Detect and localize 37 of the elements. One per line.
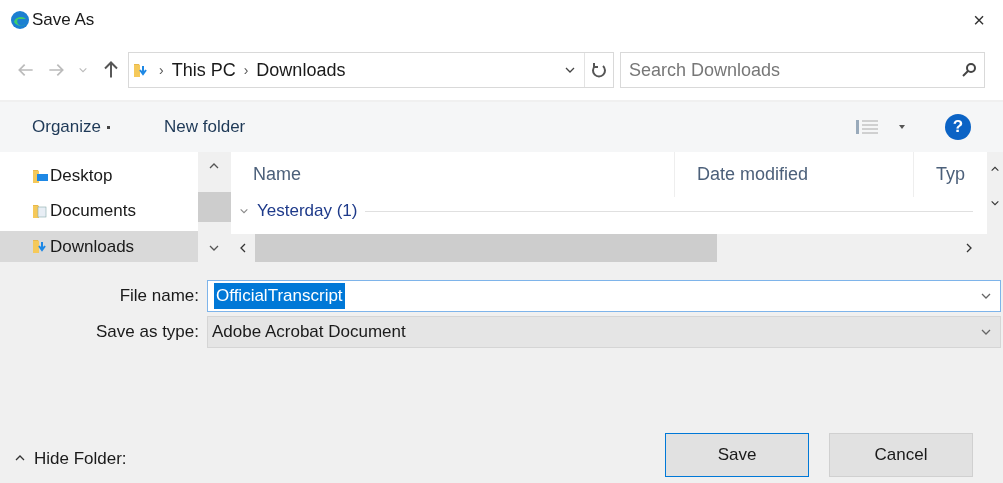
column-header[interactable]: Date modified — [674, 152, 914, 197]
dialog-button[interactable]: Cancel — [829, 433, 973, 477]
hide-folder-button[interactable]: Hide Folder: — [14, 445, 127, 471]
dropdown-icon[interactable] — [899, 125, 905, 129]
dialog-button[interactable]: Save — [665, 433, 809, 477]
close-button[interactable]: × — [965, 5, 993, 35]
new-folder-button[interactable]: New folder — [164, 114, 246, 140]
scroll-up-icon[interactable] — [990, 164, 1000, 174]
window-title: Save As — [32, 9, 95, 32]
breadcrumb-item[interactable]: This PC — [171, 56, 236, 84]
search-icon — [961, 62, 977, 78]
save-type-label: Save as type: — [95, 321, 200, 344]
browser-logo-icon — [10, 10, 30, 30]
file-name-field[interactable]: OfficialTranscript — [207, 280, 1001, 312]
breadcrumb-separator: › — [159, 60, 164, 80]
refresh-icon[interactable] — [591, 62, 607, 78]
collapse-icon[interactable] — [239, 206, 249, 216]
scrollbar[interactable] — [231, 234, 1003, 262]
up-icon[interactable] — [102, 61, 120, 79]
sidebar-item[interactable]: Documents — [0, 195, 198, 227]
file-name-label: File name: — [118, 285, 200, 308]
folder-icon — [32, 202, 50, 220]
organize-button[interactable]: Organize — [32, 114, 110, 140]
save-type-dropdown[interactable]: Adobe Acrobat Document — [207, 316, 1001, 348]
scrollbar[interactable] — [987, 152, 1003, 234]
sidebar-item[interactable]: Desktop — [0, 160, 198, 192]
breadcrumb-item[interactable]: Downloads — [256, 56, 346, 84]
sidebar-item[interactable]: Downloads — [0, 230, 198, 262]
help-button[interactable]: ? — [945, 114, 971, 140]
column-header[interactable]: Typ — [914, 152, 987, 197]
scrollbar[interactable] — [197, 152, 231, 262]
column-header[interactable]: Name — [231, 152, 674, 197]
group-header[interactable]: Yesterday (1) — [257, 198, 358, 224]
breadcrumb-separator: › — [243, 60, 249, 80]
search-field[interactable]: Search Downloads — [620, 52, 985, 88]
scroll-down-icon[interactable] — [990, 198, 1000, 208]
address-bar[interactable]: › This PC › Downloads — [128, 52, 614, 88]
